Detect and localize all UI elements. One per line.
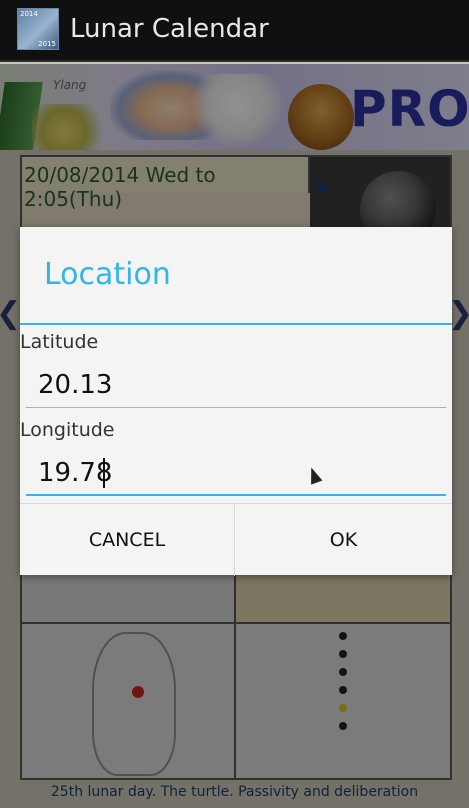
app-icon-year-start: 2014: [20, 10, 38, 18]
latitude-label: Latitude: [20, 331, 99, 353]
longitude-field[interactable]: [26, 453, 446, 493]
dialog-title: Location: [44, 257, 171, 292]
dialog-title-divider: [20, 323, 452, 325]
latitude-underline: [26, 407, 446, 408]
action-bar: 2014 2015 Lunar Calendar: [0, 0, 469, 62]
longitude-label: Longitude: [20, 419, 115, 441]
dialog-button-bar: CANCEL OK: [20, 503, 452, 576]
app-icon[interactable]: 2014 2015: [17, 8, 59, 50]
location-dialog: Location Latitude Longitude CANCEL OK: [20, 227, 452, 576]
app-title: Lunar Calendar: [70, 14, 269, 44]
latitude-field[interactable]: [26, 365, 446, 405]
longitude-underline-focused: [26, 494, 446, 496]
text-caret: [103, 458, 105, 488]
app-icon-year-end: 2015: [38, 40, 56, 48]
ok-button[interactable]: OK: [236, 504, 451, 576]
cancel-button[interactable]: CANCEL: [20, 504, 235, 576]
